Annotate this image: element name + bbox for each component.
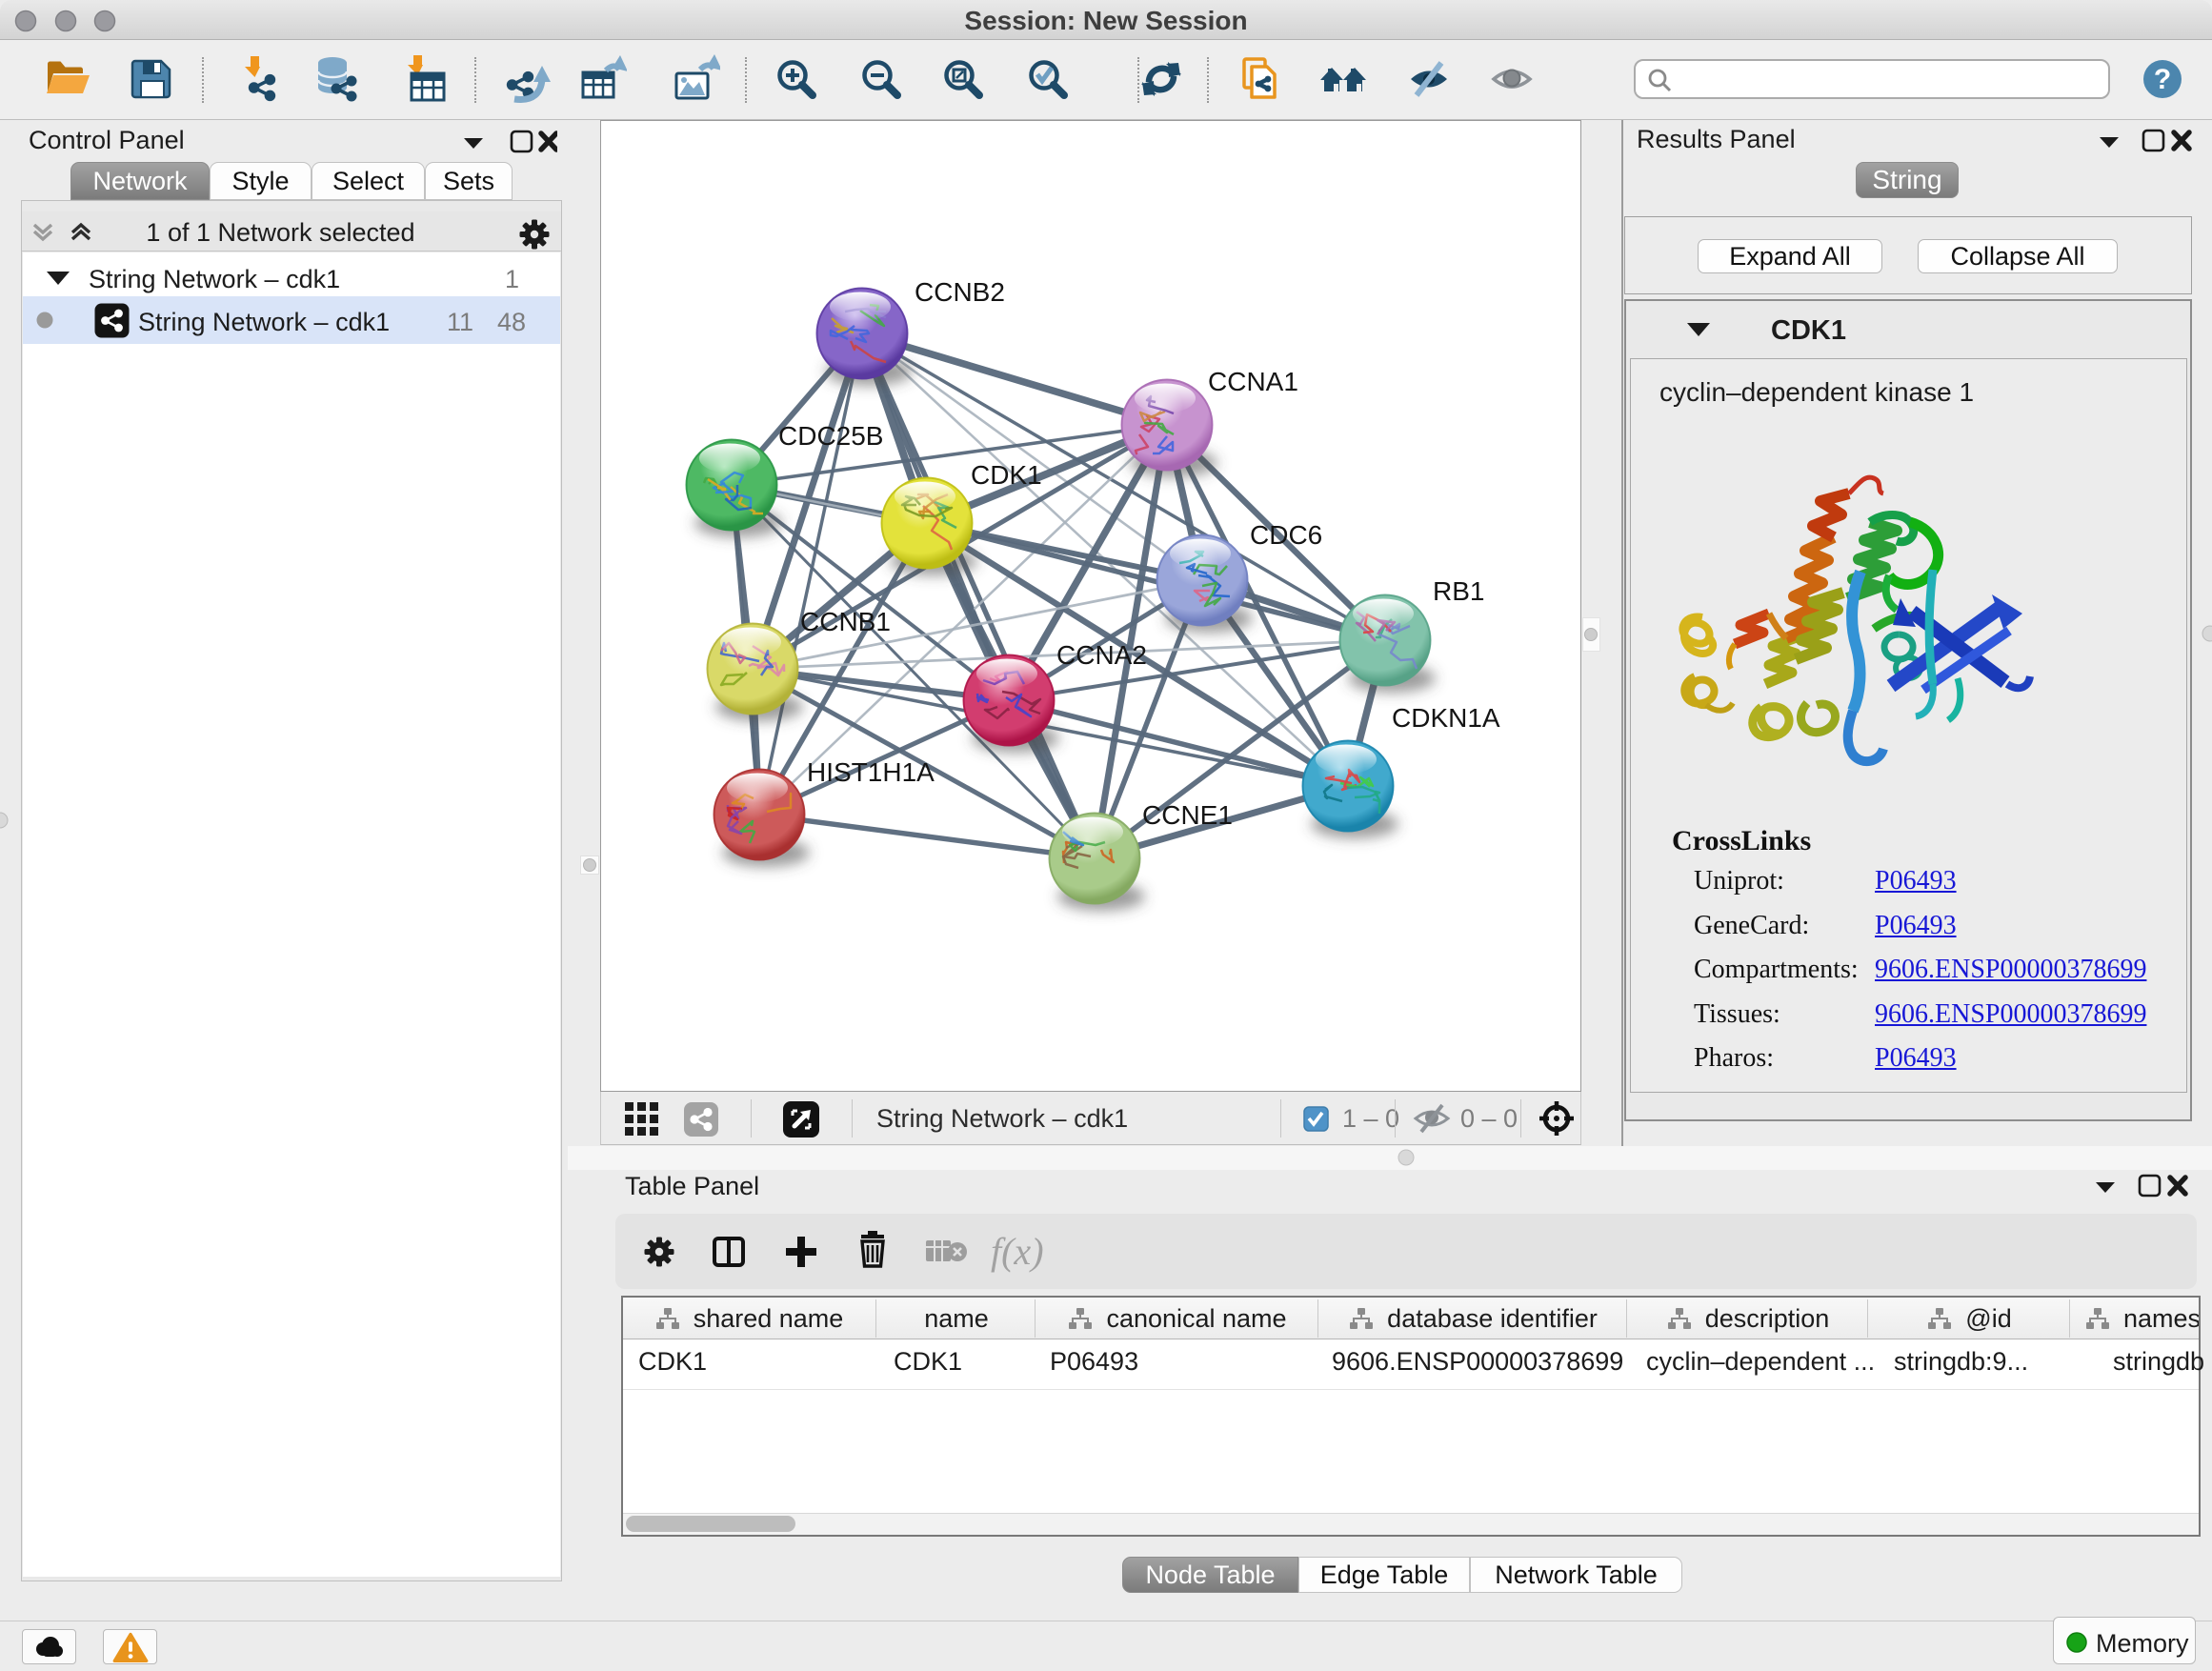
svg-text:?: ? — [2154, 64, 2171, 95]
svg-text:HIST1H1A: HIST1H1A — [807, 757, 935, 787]
svg-text:CCNB2: CCNB2 — [915, 277, 1005, 307]
svg-text:CCNE1: CCNE1 — [1142, 800, 1233, 830]
svg-text:CCNB1: CCNB1 — [800, 607, 891, 636]
svg-text:CDC6: CDC6 — [1250, 520, 1322, 550]
svg-text:RB1: RB1 — [1433, 576, 1484, 606]
svg-text:CCNA1: CCNA1 — [1208, 367, 1298, 396]
svg-text:CDK1: CDK1 — [971, 460, 1042, 490]
svg-text:CCNA2: CCNA2 — [1056, 640, 1147, 670]
svg-text:CDKN1A: CDKN1A — [1392, 703, 1500, 733]
svg-text:CDC25B: CDC25B — [778, 421, 883, 451]
